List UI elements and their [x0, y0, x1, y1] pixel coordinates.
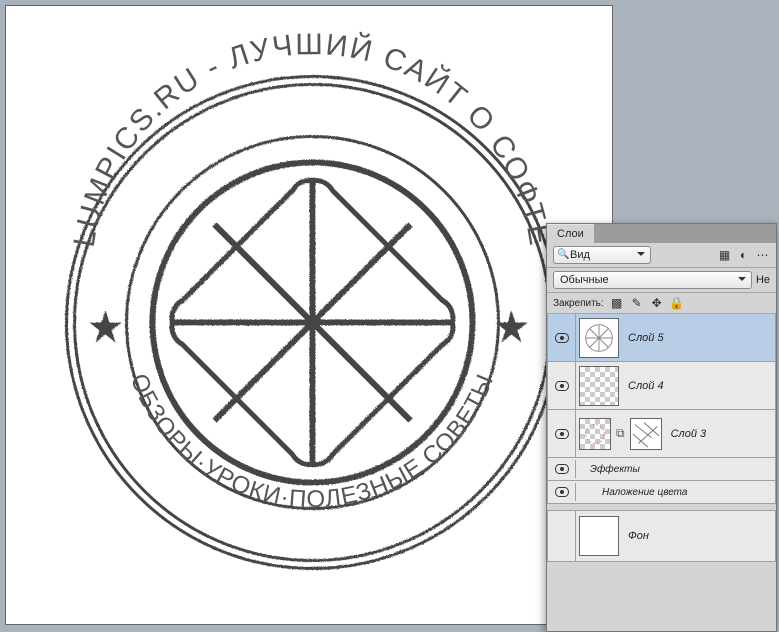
effect-item[interactable]: Наложение цвета — [547, 481, 776, 504]
lock-row: Закрепить: ▩ ✎ ✥ 🔒 — [547, 293, 776, 314]
effects-row[interactable]: Эффекты — [547, 458, 776, 481]
visibility-toggle[interactable] — [548, 511, 576, 561]
link-icon[interactable]: ⧉ — [614, 426, 627, 441]
lock-label: Закрепить: — [553, 298, 604, 309]
visibility-toggle[interactable] — [548, 314, 576, 361]
lock-move-icon[interactable]: ✥ — [650, 296, 664, 310]
layer-item[interactable]: ⧉ Слой 3 — [547, 410, 776, 458]
layer-thumbnail[interactable] — [579, 318, 619, 358]
filter-row: Вид ▦ ◐ ⋯ — [547, 243, 776, 268]
layer-name[interactable]: Слой 3 — [665, 428, 775, 440]
eye-icon — [555, 464, 569, 474]
panel-tab-bar: Слои — [547, 224, 776, 243]
visibility-toggle[interactable] — [548, 483, 576, 501]
visibility-toggle[interactable] — [548, 410, 576, 457]
layer-name[interactable]: Слой 5 — [622, 332, 775, 344]
layer-item[interactable]: Слой 4 — [547, 362, 776, 410]
canvas[interactable]: LUMPICS.RU - ЛУЧШИЙ САЙТ О СОФТЕ ОБЗОРЫ·… — [6, 6, 612, 624]
effect-name: Наложение цвета — [576, 487, 687, 498]
lock-all-icon[interactable]: 🔒 — [670, 296, 684, 310]
lock-brush-icon[interactable]: ✎ — [630, 296, 644, 310]
visibility-toggle[interactable] — [548, 362, 576, 409]
layer-name[interactable]: Слой 4 — [622, 380, 775, 392]
layers-list: Слой 5 Слой 4 ⧉ Слой 3 Эффекты Наложение… — [547, 314, 776, 562]
layer-thumbnail[interactable] — [579, 366, 619, 406]
eye-icon — [555, 381, 569, 391]
filter-type-icon[interactable]: ⋯ — [755, 248, 770, 263]
lock-transparent-icon[interactable]: ▩ — [610, 296, 624, 310]
filter-image-icon[interactable]: ▦ — [717, 248, 732, 263]
layer-thumbnail[interactable] — [579, 418, 611, 450]
layer-name[interactable]: Фон — [622, 530, 775, 542]
visibility-toggle[interactable] — [548, 460, 576, 478]
mask-thumbnail[interactable] — [630, 418, 662, 450]
eye-icon — [555, 333, 569, 343]
layer-filter-select[interactable]: Вид — [553, 246, 651, 264]
filter-adjust-icon[interactable]: ◐ — [736, 248, 751, 263]
layer-thumbnail[interactable] — [579, 516, 619, 556]
layer-item[interactable]: Слой 5 — [547, 314, 776, 362]
effects-label: Эффекты — [576, 464, 640, 475]
opacity-label: Не — [756, 274, 770, 286]
blend-mode-select[interactable]: Обычные — [553, 271, 752, 289]
eye-icon — [555, 487, 569, 497]
stamp-image: LUMPICS.RU - ЛУЧШИЙ САЙТ О СОФТЕ ОБЗОРЫ·… — [6, 6, 612, 624]
eye-icon — [555, 429, 569, 439]
panel-tab-layers[interactable]: Слои — [547, 224, 594, 243]
layers-panel: Слои Вид ▦ ◐ ⋯ Обычные Не Закрепить: ▩ ✎… — [546, 223, 777, 632]
blend-row: Обычные Не — [547, 268, 776, 293]
layer-item-background[interactable]: Фон — [547, 510, 776, 562]
